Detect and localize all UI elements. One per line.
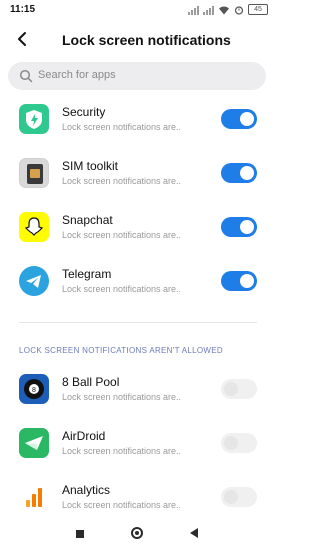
app-subtitle: Lock screen notifications are.. [62,230,182,240]
page-title: Lock screen notifications [62,32,231,48]
telegram-icon [19,266,49,296]
list-item[interactable]: Snapchat Lock screen notifications are.. [0,204,276,254]
alarm-icon [234,5,244,15]
status-bar: 11:15 45 [0,0,276,22]
signal-icon-2 [203,5,214,15]
toggle-switch[interactable] [221,433,257,453]
app-name: Security [62,105,106,119]
shield-icon [19,104,49,134]
wifi-icon [219,6,229,14]
app-subtitle: Lock screen notifications are.. [62,392,182,402]
app-name: Snapchat [62,213,113,227]
app-name: SIM toolkit [62,159,119,173]
toggle-switch[interactable] [221,217,257,237]
airdroid-icon [19,428,49,458]
app-name: AirDroid [62,429,106,443]
list-item[interactable]: Telegram Lock screen notifications are.. [0,258,276,308]
navigation-bar [0,518,276,552]
analytics-icon [19,482,49,512]
8-ball-icon: 8 [19,374,49,404]
divider [19,322,257,323]
search-icon [19,69,33,83]
status-icons: 45 [188,4,268,15]
battery-icon: 45 [248,4,268,15]
sim-icon [19,158,49,188]
search-bar[interactable]: Search for apps [8,62,266,90]
list-item[interactable]: 8 8 Ball Pool Lock screen notifications … [0,366,276,416]
list-item[interactable]: AirDroid Lock screen notifications are.. [0,420,276,470]
toggle-switch[interactable] [221,163,257,183]
app-subtitle: Lock screen notifications are.. [62,176,182,186]
app-subtitle: Lock screen notifications are.. [62,446,182,456]
list-item[interactable]: Analytics Lock screen notifications are.… [0,474,276,524]
signal-icon [188,5,199,15]
app-name: Analytics [62,483,111,497]
app-subtitle: Lock screen notifications are.. [62,500,182,510]
toggle-switch[interactable] [221,487,257,507]
app-subtitle: Lock screen notifications are.. [62,122,182,132]
app-subtitle: Lock screen notifications are.. [62,284,182,294]
status-time: 11:15 [10,4,36,15]
list-item[interactable]: Security Lock screen notifications are.. [0,96,276,146]
app-name: Telegram [62,267,112,281]
app-name: 8 Ball Pool [62,375,120,389]
toggle-switch[interactable] [221,379,257,399]
toggle-switch[interactable] [221,271,257,291]
header: Lock screen notifications [0,28,276,54]
back-arrow-icon[interactable] [14,30,32,48]
list-item[interactable]: SIM toolkit Lock screen notifications ar… [0,150,276,200]
snapchat-icon [19,212,49,242]
svg-text:8: 8 [32,387,36,394]
search-input[interactable]: Search for apps [38,69,116,81]
recents-icon[interactable] [76,530,84,538]
home-icon[interactable] [131,527,143,539]
back-icon[interactable] [190,528,198,538]
toggle-switch[interactable] [221,109,257,129]
section-title: LOCK SCREEN NOTIFICATIONS AREN'T ALLOWED [19,346,223,355]
